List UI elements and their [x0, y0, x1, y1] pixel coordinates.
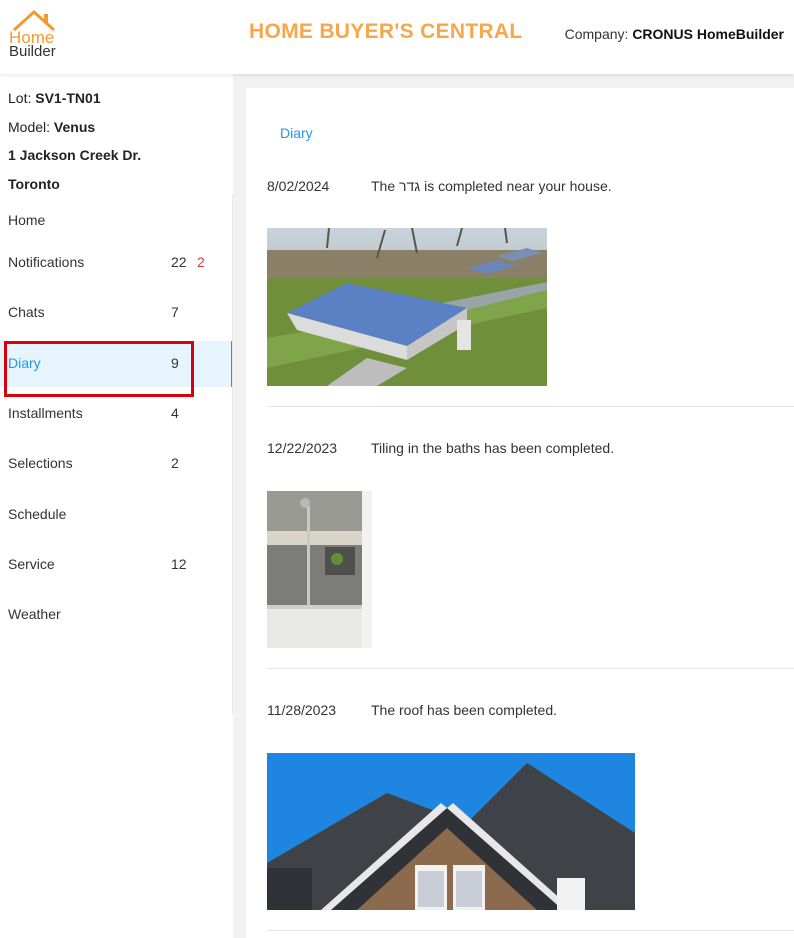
app-title: HOME BUYER'S CENTRAL	[249, 20, 523, 43]
entry-divider	[267, 930, 794, 931]
sidebar-item-selections[interactable]: Selections 2	[0, 441, 233, 487]
app-header: Home Builder HOME BUYER'S CENTRAL Compan…	[0, 0, 794, 74]
sidebar-item-label: Chats	[8, 304, 45, 320]
city: Toronto	[8, 175, 60, 192]
sidebar-item-label: Schedule	[8, 506, 67, 522]
chat-count: 7	[171, 304, 179, 320]
installments-count: 4	[171, 405, 179, 421]
entry-text: Tiling in the baths has been completed.	[371, 440, 615, 456]
model-value: Venus	[53, 118, 96, 135]
sidebar-item-home[interactable]: Home	[0, 198, 233, 244]
sidebar-item-installments[interactable]: Installments 4	[0, 391, 233, 437]
company-name: CRONUS HomeBuilder	[632, 26, 784, 42]
sidebar: Lot: SV1-TN01 Model: Venus 1 Jackson Cre…	[0, 74, 233, 938]
selections-count: 2	[171, 455, 179, 471]
company-label: Company:	[564, 26, 629, 42]
entry-date: 11/28/2023	[267, 702, 337, 718]
lot-info: Lot: SV1-TN01 Model: Venus 1 Jackson Cre…	[0, 74, 233, 198]
address: 1 Jackson Creek Dr.	[8, 147, 142, 163]
logo-text-builder: Builder	[9, 43, 56, 60]
sidebar-item-label: Service	[8, 556, 55, 572]
company-info: Company: CRONUS HomeBuilder	[565, 26, 784, 42]
sidebar-item-label: Notifications	[8, 254, 85, 270]
lot-value: SV1-TN01	[35, 90, 101, 106]
roof-photo[interactable]	[267, 753, 635, 910]
sidebar-item-label: Selections	[8, 455, 73, 471]
sidebar-item-weather[interactable]: Weather	[0, 592, 233, 638]
entry-divider	[267, 406, 794, 407]
bathroom-tile-photo[interactable]	[267, 491, 372, 648]
sidebar-item-notifications[interactable]: Notifications 22 2	[0, 240, 233, 286]
sidebar-item-schedule[interactable]: Schedule	[0, 492, 233, 538]
diary-highlight-box	[4, 341, 194, 397]
sidebar-item-label: Weather	[8, 606, 61, 622]
entry-text: The גדר is completed near your house.	[371, 178, 612, 194]
diary-section-title[interactable]: Diary	[280, 125, 313, 141]
sidebar-item-service[interactable]: Service 12	[0, 542, 233, 588]
entry-divider	[267, 668, 794, 669]
entry-date: 12/22/2023	[267, 440, 338, 456]
entry-text: The roof has been completed.	[371, 702, 558, 718]
lot-label: Lot:	[8, 90, 32, 106]
sidebar-item-chats[interactable]: Chats 7	[0, 290, 233, 336]
sidebar-item-label: Home	[8, 212, 46, 228]
entry-date: 8/02/2024	[267, 178, 330, 194]
notification-count: 22	[171, 254, 187, 270]
unread-badge: 2	[197, 254, 205, 270]
service-count: 12	[171, 556, 187, 572]
aerial-house-photo[interactable]	[267, 228, 547, 386]
sidebar-item-label: Installments	[8, 405, 83, 421]
model-label: Model:	[8, 118, 51, 135]
